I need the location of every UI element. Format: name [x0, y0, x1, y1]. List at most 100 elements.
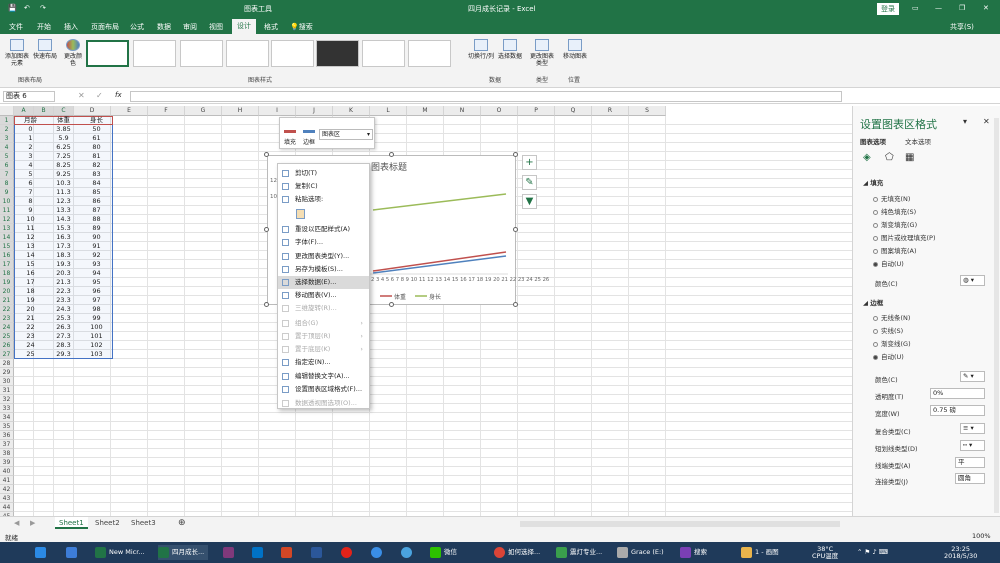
- confirm-icon[interactable]: ✓: [96, 91, 103, 100]
- radio-button[interactable]: [873, 196, 878, 202]
- column-header[interactable]: L: [370, 106, 407, 116]
- row-header[interactable]: 28: [0, 359, 14, 368]
- table-cell[interactable]: 80: [80, 143, 113, 152]
- horizontal-scrollbar[interactable]: [520, 521, 840, 527]
- column-header[interactable]: C: [54, 106, 74, 116]
- zoom-level[interactable]: 100%: [972, 532, 991, 540]
- table-cell[interactable]: 20: [14, 305, 47, 314]
- column-header[interactable]: S: [629, 106, 666, 116]
- resize-handle[interactable]: [264, 152, 269, 157]
- table-cell[interactable]: 81: [80, 152, 113, 161]
- table-cell[interactable]: 8: [14, 197, 47, 206]
- radio-button[interactable]: [873, 261, 878, 267]
- resize-handle[interactable]: [513, 227, 518, 232]
- menu-item-copy[interactable]: 复制(C): [278, 180, 369, 193]
- fill-line-icon[interactable]: ◈: [863, 152, 871, 163]
- radio-option[interactable]: 图案填充(A): [873, 245, 917, 255]
- table-cell[interactable]: 6: [14, 179, 47, 188]
- transparency-input[interactable]: 0%: [930, 388, 985, 399]
- close-icon[interactable]: ✕: [983, 4, 989, 12]
- table-cell[interactable]: 19.3: [47, 260, 80, 269]
- menu-item-edit-alt-text[interactable]: 编辑替换文字(A)...: [278, 370, 369, 383]
- tab-format[interactable]: 格式: [264, 20, 278, 34]
- chart-elements-button[interactable]: +: [522, 155, 537, 170]
- row-header[interactable]: 9: [0, 188, 14, 197]
- app-icon-red[interactable]: [341, 545, 355, 560]
- menu-item-format-chart-area[interactable]: 设置图表区域格式(F)...: [278, 383, 369, 396]
- row-header[interactable]: 33: [0, 404, 14, 413]
- formula-input[interactable]: [130, 91, 842, 102]
- change-colors-button[interactable]: 更改颜色: [62, 39, 84, 67]
- taskbar-chrome[interactable]: 如何选择...: [494, 545, 540, 560]
- table-cell[interactable]: 14.3: [47, 215, 80, 224]
- add-chart-element-button[interactable]: 添加图表元素: [3, 39, 31, 67]
- menu-item-save-template[interactable]: 另存为模板(S)...: [278, 263, 369, 276]
- table-cell[interactable]: 11.3: [47, 188, 80, 197]
- row-header[interactable]: 8: [0, 179, 14, 188]
- table-cell[interactable]: 17: [14, 278, 47, 287]
- table-cell[interactable]: 18.3: [47, 251, 80, 260]
- table-cell[interactable]: 3: [14, 152, 47, 161]
- row-header[interactable]: 7: [0, 170, 14, 179]
- table-cell[interactable]: 17.3: [47, 242, 80, 251]
- table-cell[interactable]: 5: [14, 170, 47, 179]
- row-header[interactable]: 43: [0, 494, 14, 503]
- table-cell[interactable]: 15: [14, 260, 47, 269]
- menu-item-cut[interactable]: 剪切(T): [278, 167, 369, 180]
- table-cell[interactable]: 50: [80, 125, 113, 134]
- table-cell[interactable]: 7.25: [47, 152, 80, 161]
- table-cell[interactable]: 25: [14, 350, 47, 359]
- tab-formulas[interactable]: 公式: [130, 20, 144, 34]
- row-header[interactable]: 22: [0, 305, 14, 314]
- change-chart-type-button[interactable]: 更改图表类型: [528, 39, 556, 67]
- row-header[interactable]: 44: [0, 503, 14, 512]
- series-line-weight[interactable]: [372, 251, 507, 272]
- width-input[interactable]: 0.75 磅: [930, 405, 985, 416]
- resize-handle[interactable]: [513, 302, 518, 307]
- move-chart-button[interactable]: 移动图表: [561, 39, 589, 60]
- tab-file[interactable]: 文件: [9, 20, 23, 34]
- next-sheet-icon[interactable]: ▶: [26, 517, 39, 529]
- redo-icon[interactable]: ↷: [40, 4, 46, 12]
- table-cell[interactable]: 99: [80, 314, 113, 323]
- table-cell[interactable]: 12.3: [47, 197, 80, 206]
- table-cell[interactable]: 3.85: [47, 125, 80, 134]
- element-select[interactable]: 图表区 ▾: [319, 129, 373, 140]
- chart-style-4[interactable]: [226, 40, 269, 67]
- taskbar-drive[interactable]: Grace (E:): [617, 545, 664, 560]
- table-cell[interactable]: 12: [14, 233, 47, 242]
- tray-icons[interactable]: ⌃ ⚑ ♪ ⌨: [857, 545, 888, 560]
- outline-pen-icon[interactable]: [303, 121, 315, 133]
- resize-handle[interactable]: [513, 152, 518, 157]
- column-header[interactable]: P: [518, 106, 555, 116]
- table-cell[interactable]: 21: [14, 314, 47, 323]
- column-header[interactable]: Q: [555, 106, 592, 116]
- row-header[interactable]: 19: [0, 278, 14, 287]
- taskbar-paint[interactable]: 1 - 画图: [741, 545, 779, 560]
- table-cell[interactable]: 26.3: [47, 323, 80, 332]
- chart-style-6[interactable]: [316, 40, 359, 67]
- row-header[interactable]: 34: [0, 413, 14, 422]
- table-cell[interactable]: 97: [80, 296, 113, 305]
- chart-style-3[interactable]: [180, 40, 223, 67]
- table-cell[interactable]: 24.3: [47, 305, 80, 314]
- tab-chart-options[interactable]: 图表选项: [860, 136, 886, 146]
- radio-button[interactable]: [873, 315, 878, 321]
- table-cell[interactable]: 21.3: [47, 278, 80, 287]
- table-cell[interactable]: 4: [14, 161, 47, 170]
- column-header[interactable]: K: [333, 106, 370, 116]
- table-cell[interactable]: 82: [80, 161, 113, 170]
- pane-scrollbar[interactable]: [994, 118, 999, 513]
- switch-row-col-button[interactable]: 切换行/列: [466, 39, 496, 60]
- effects-icon[interactable]: ⬠: [885, 152, 894, 163]
- prev-sheet-icon[interactable]: ◀: [10, 517, 23, 529]
- radio-button[interactable]: [873, 222, 878, 228]
- table-cell[interactable]: 11: [14, 224, 47, 233]
- table-cell[interactable]: 7: [14, 188, 47, 197]
- table-cell[interactable]: 9: [14, 206, 47, 215]
- select-data-button[interactable]: 选择数据: [496, 39, 524, 60]
- radio-button[interactable]: [873, 341, 878, 347]
- table-cell[interactable]: 90: [80, 233, 113, 242]
- resize-handle[interactable]: [264, 227, 269, 232]
- chart-style-2[interactable]: [133, 40, 176, 67]
